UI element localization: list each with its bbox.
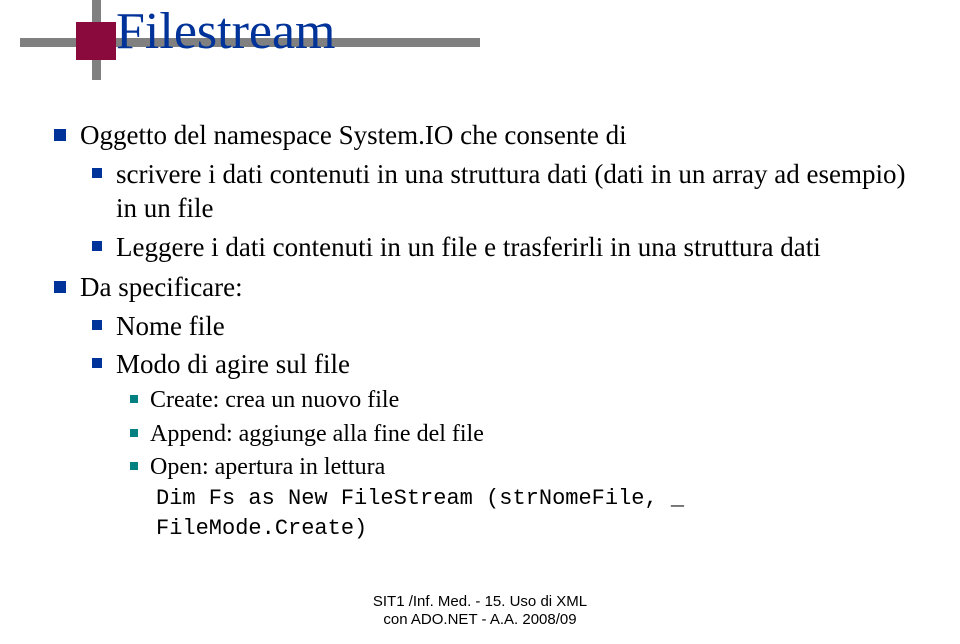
bullet-square-icon: [54, 129, 66, 141]
bullet-level2: Nome file: [92, 309, 920, 344]
footer-line1: SIT1 /Inf. Med. - 15. Uso di XML: [0, 593, 960, 612]
slide-footer: SIT1 /Inf. Med. - 15. Uso di XML con ADO…: [0, 593, 960, 631]
footer-line2: con ADO.NET - A.A. 2008/09: [0, 611, 960, 630]
bullet-level1: Oggetto del namespace System.IO che cons…: [54, 118, 920, 153]
bullet-text: Modo di agire sul file: [116, 347, 350, 382]
slide-content: Oggetto del namespace System.IO che cons…: [54, 112, 920, 543]
code-line: FileMode.Create): [156, 515, 920, 543]
deco-box: [76, 22, 116, 60]
bullet-text: Da specificare:: [80, 270, 243, 305]
bullet-square-icon: [130, 429, 138, 437]
bullet-square-icon: [54, 281, 66, 293]
bullet-square-icon: [92, 241, 102, 251]
bullet-level3: Append: aggiunge alla fine del file: [130, 419, 920, 450]
bullet-level2: scrivere i dati contenuti in una struttu…: [92, 157, 920, 226]
bullet-level1: Da specificare:: [54, 270, 920, 305]
bullet-square-icon: [92, 358, 102, 368]
bullet-square-icon: [92, 168, 102, 178]
slide-title: Filestream: [116, 2, 336, 61]
bullet-text: Oggetto del namespace System.IO che cons…: [80, 118, 627, 153]
bullet-level2: Modo di agire sul file: [92, 347, 920, 382]
bullet-text: Append: aggiunge alla fine del file: [150, 419, 484, 450]
bullet-square-icon: [92, 320, 102, 330]
code-line: Dim Fs as New FileStream (strNomeFile, _: [156, 485, 920, 513]
bullet-square-icon: [130, 462, 138, 470]
bullet-text: scrivere i dati contenuti in una struttu…: [116, 157, 920, 226]
bullet-level3: Create: crea un nuovo file: [130, 385, 920, 416]
bullet-level3: Open: apertura in lettura: [130, 452, 920, 483]
bullet-square-icon: [130, 395, 138, 403]
bullet-level2: Leggere i dati contenuti in un file e tr…: [92, 230, 920, 265]
bullet-text: Open: apertura in lettura: [150, 452, 385, 483]
bullet-text: Create: crea un nuovo file: [150, 385, 399, 416]
bullet-text: Nome file: [116, 309, 225, 344]
bullet-text: Leggere i dati contenuti in un file e tr…: [116, 230, 821, 265]
